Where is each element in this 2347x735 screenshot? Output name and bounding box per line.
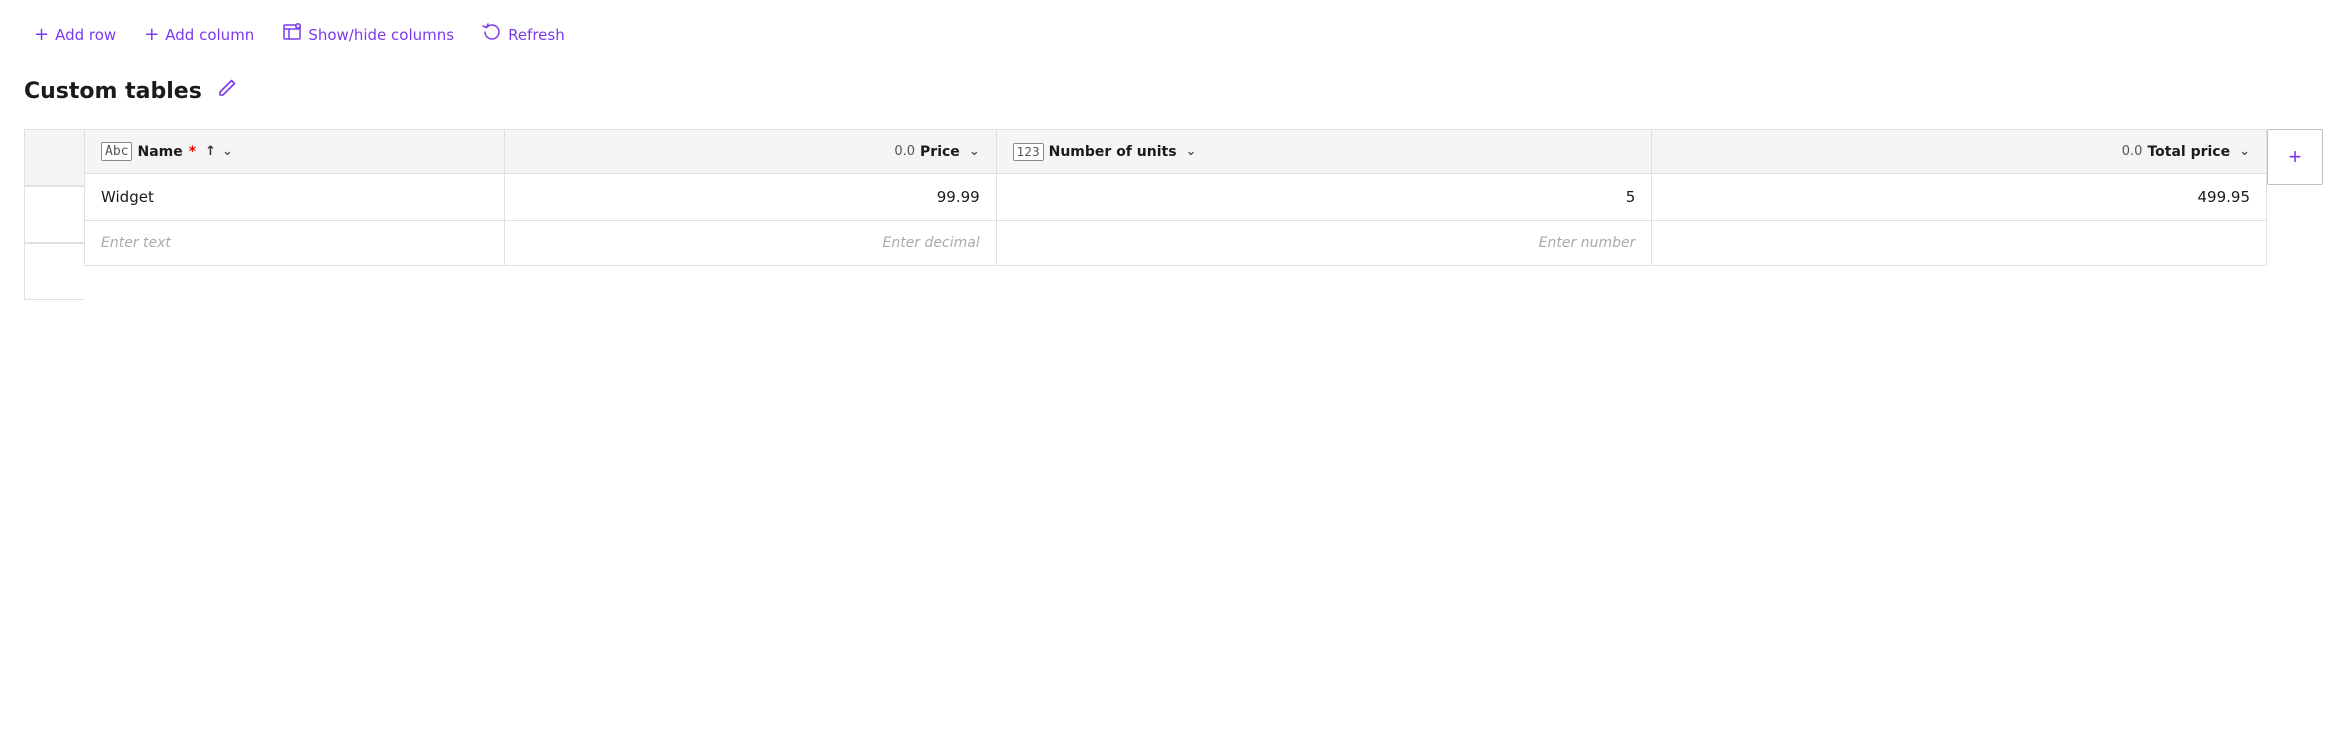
header-selector-cell	[24, 129, 84, 186]
units-chevron-icon: ⌄	[1186, 144, 1197, 159]
row-1-name-cell[interactable]: Widget	[85, 174, 505, 221]
empty-row: Enter text Enter decimal Enter number	[85, 221, 2267, 266]
data-row-selector-1[interactable]	[24, 186, 84, 243]
add-row-icon: +	[34, 24, 49, 45]
row-1-units-value: 5	[1626, 188, 1636, 206]
pencil-icon	[216, 77, 238, 105]
table-row: Widget 99.99 5 499.95	[85, 174, 2267, 221]
row-1-total-value: 499.95	[2198, 188, 2251, 206]
column-header-units[interactable]: 123 Number of units ⌄	[996, 130, 1652, 174]
units-type-icon: 123	[1013, 143, 1044, 161]
edit-title-button[interactable]	[212, 73, 242, 109]
add-column-label: Add column	[165, 26, 254, 44]
total-chevron-icon: ⌄	[2239, 144, 2250, 159]
show-hide-label: Show/hide columns	[308, 26, 454, 44]
add-column-plus-button[interactable]: +	[2267, 129, 2323, 185]
add-column-icon: +	[144, 24, 159, 45]
refresh-label: Refresh	[508, 26, 565, 44]
column-header-name[interactable]: Abc Name * ↑ ⌄	[85, 130, 505, 174]
page-title-row: Custom tables	[24, 73, 2323, 109]
col-units-label: Number of units	[1049, 144, 1177, 160]
col-total-label: Total price	[2147, 144, 2230, 160]
total-type-icon: 0.0	[2122, 144, 2143, 159]
name-type-icon: Abc	[101, 142, 132, 161]
col-price-label: Price	[920, 144, 960, 160]
column-header-price[interactable]: 0.0 Price ⌄	[505, 130, 997, 174]
empty-units-placeholder: Enter number	[1539, 235, 1636, 251]
row-1-name-value: Widget	[101, 188, 154, 206]
row-1-total-cell[interactable]: 499.95	[1652, 174, 2267, 221]
empty-name-cell[interactable]: Enter text	[85, 221, 505, 266]
main-table: Abc Name * ↑ ⌄ 0.0 Price ⌄	[84, 129, 2267, 266]
row-selector-column	[24, 129, 84, 300]
empty-name-placeholder: Enter text	[101, 235, 171, 251]
add-row-button[interactable]: + Add row	[24, 18, 126, 51]
refresh-button[interactable]: Refresh	[472, 16, 575, 53]
show-hide-icon	[282, 22, 302, 47]
empty-units-cell[interactable]: Enter number	[996, 221, 1652, 266]
show-hide-columns-button[interactable]: Show/hide columns	[272, 16, 464, 53]
row-1-price-cell[interactable]: 99.99	[505, 174, 997, 221]
empty-row-selector[interactable]	[24, 243, 84, 300]
empty-total-cell	[1652, 221, 2267, 266]
add-row-label: Add row	[55, 26, 116, 44]
page-title: Custom tables	[24, 79, 202, 104]
refresh-icon	[482, 22, 502, 47]
table-wrapper: Abc Name * ↑ ⌄ 0.0 Price ⌄	[24, 129, 2323, 300]
col-name-label: Name	[137, 144, 182, 160]
add-col-plus-icon: +	[2289, 144, 2302, 170]
column-header-total[interactable]: 0.0 Total price ⌄	[1652, 130, 2267, 174]
price-chevron-icon: ⌄	[969, 144, 980, 159]
add-column-button[interactable]: + Add column	[134, 18, 264, 51]
price-type-icon: 0.0	[894, 144, 915, 159]
empty-price-placeholder: Enter decimal	[882, 235, 979, 251]
empty-price-cell[interactable]: Enter decimal	[505, 221, 997, 266]
chevron-down-icon: ⌄	[222, 144, 233, 159]
sort-asc-icon: ↑	[205, 144, 216, 159]
toolbar: + Add row + Add column Show/hide columns	[24, 16, 2323, 53]
sort-icons[interactable]: ↑ ⌄	[205, 144, 233, 159]
table-header-row: Abc Name * ↑ ⌄ 0.0 Price ⌄	[85, 130, 2267, 174]
required-asterisk: *	[189, 144, 196, 160]
row-1-price-value: 99.99	[937, 188, 980, 206]
row-1-units-cell[interactable]: 5	[996, 174, 1652, 221]
